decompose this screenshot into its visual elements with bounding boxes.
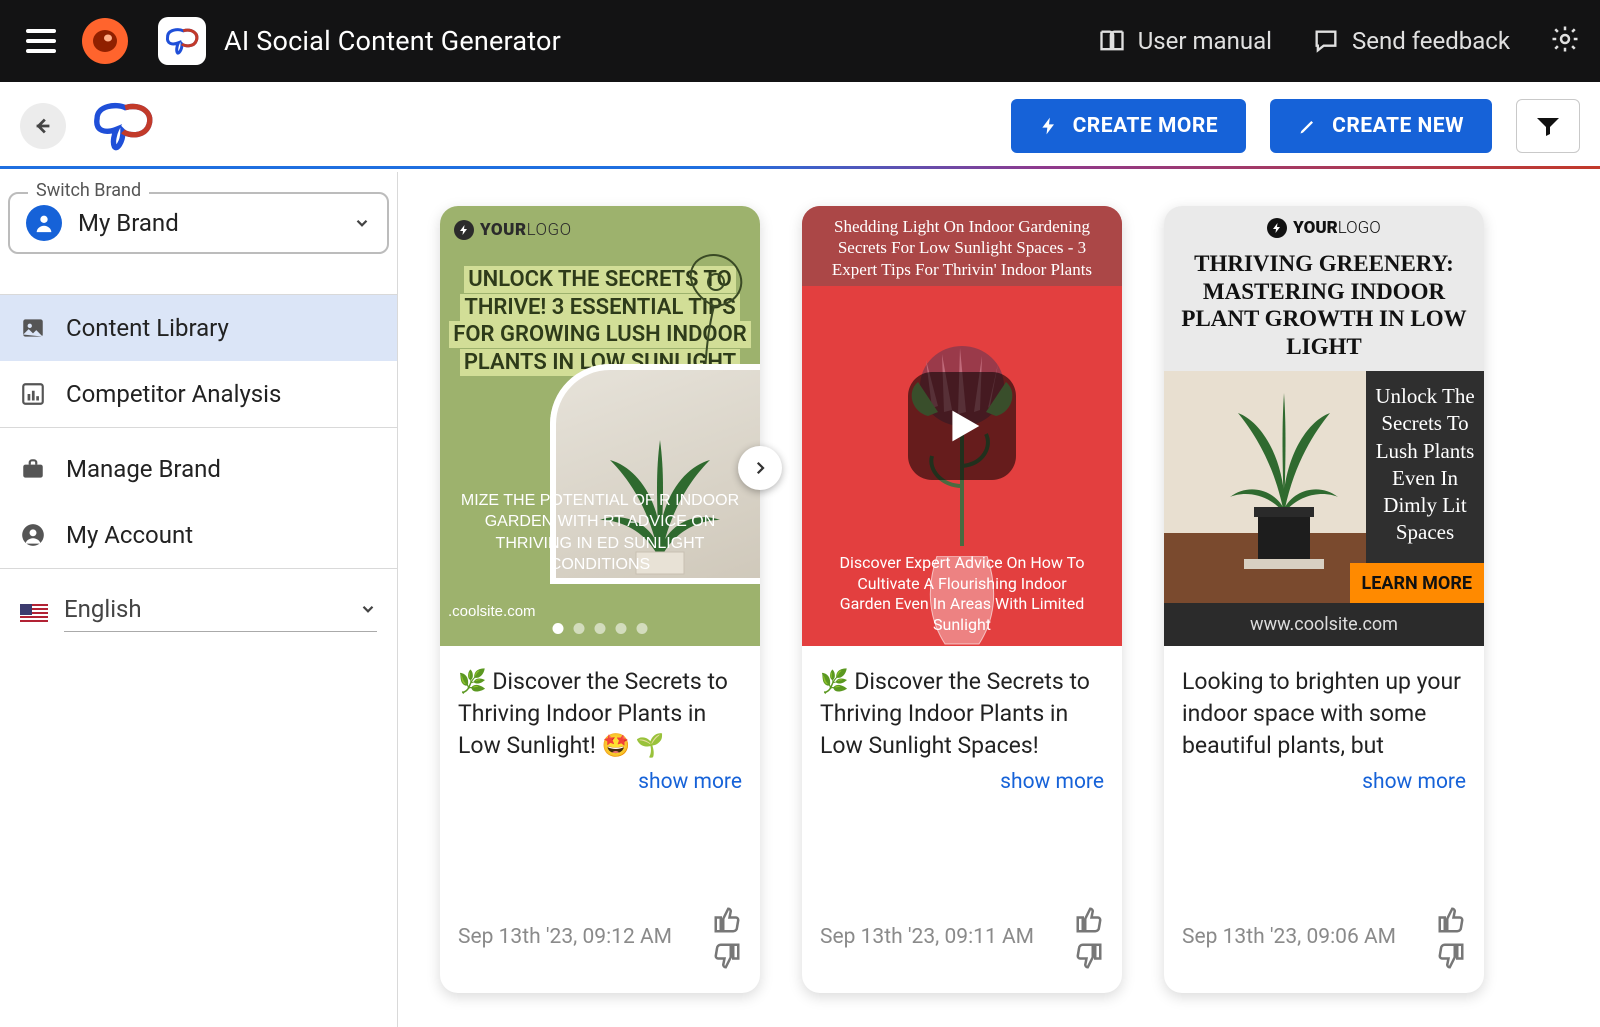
content-grid: YOURLOGO UNLOCK THE SECRETS TO THRIVE! 3… (398, 172, 1600, 1027)
image-icon (20, 315, 46, 341)
preview-site: .coolsite.com (448, 603, 536, 620)
preview-logo: YOURLOGO (1164, 218, 1484, 238)
send-feedback-label: Send feedback (1352, 27, 1510, 55)
chevron-down-icon (359, 600, 377, 618)
card-caption: Looking to brighten up your indoor space… (1182, 666, 1466, 766)
switch-brand-field: Switch Brand My Brand (8, 192, 389, 254)
settings-button[interactable] (1550, 24, 1580, 58)
preview-site: www.coolsite.com (1164, 603, 1484, 646)
carousel-dots (553, 623, 648, 634)
pencil-icon (1298, 116, 1318, 136)
create-new-label: CREATE NEW (1332, 114, 1464, 138)
brand-swirl-icon (90, 99, 156, 153)
filter-button[interactable] (1516, 99, 1580, 153)
user-manual-link[interactable]: User manual (1098, 27, 1272, 55)
sidebar-item-my-account[interactable]: My Account (0, 502, 397, 568)
language-label: English (64, 595, 142, 623)
language-selector[interactable]: English (0, 569, 397, 632)
gear-icon (1550, 24, 1580, 54)
play-button[interactable] (908, 372, 1016, 480)
topbar: AI Social Content Generator User manual … (0, 0, 1600, 82)
main: Switch Brand My Brand Content Library Co… (0, 172, 1600, 1027)
switch-brand-legend: Switch Brand (28, 180, 149, 201)
brand-select[interactable]: My Brand (8, 192, 389, 254)
user-manual-label: User manual (1138, 27, 1272, 55)
app-title: AI Social Content Generator (224, 25, 561, 57)
avatar-icon (26, 205, 62, 241)
content-card: YOURLOGO UNLOCK THE SECRETS TO THRIVE! 3… (440, 206, 760, 993)
preview-headline: Shedding Light On Indoor Gardening Secre… (802, 206, 1122, 292)
thumbs-down-icon[interactable] (1436, 941, 1466, 971)
card-caption: 🌿 Discover the Secrets to Thriving Indoo… (820, 666, 1104, 766)
back-button[interactable] (20, 103, 66, 149)
briefcase-icon (20, 456, 46, 482)
action-bar: CREATE MORE CREATE NEW (0, 82, 1600, 172)
play-icon (939, 403, 985, 449)
preview-logo: YOURLOGO (454, 220, 572, 240)
sidebar-item-manage-brand[interactable]: Manage Brand (0, 436, 397, 502)
sidebar: Switch Brand My Brand Content Library Co… (0, 172, 398, 1027)
filter-icon (1536, 115, 1560, 137)
bar-chart-icon (20, 381, 46, 407)
sidebar-label-competitor-analysis: Competitor Analysis (66, 380, 281, 408)
us-flag-icon (20, 604, 48, 624)
sidebar-item-content-library[interactable]: Content Library (0, 295, 397, 361)
book-icon (1098, 27, 1126, 55)
thumbs-down-icon[interactable] (712, 941, 742, 971)
sidebar-label-content-library: Content Library (66, 314, 229, 342)
chevron-right-icon (751, 459, 769, 477)
brand-name: My Brand (78, 209, 179, 237)
create-more-button[interactable]: CREATE MORE (1011, 99, 1247, 153)
carousel-next-button[interactable] (738, 446, 782, 490)
card-preview[interactable]: Shedding Light On Indoor Gardening Secre… (802, 206, 1122, 646)
content-card: YOURLOGO THRIVING GREENERY: MASTERING IN… (1164, 206, 1484, 993)
learn-more-button[interactable]: LEARN MORE (1350, 563, 1485, 603)
preview-overlay-text: Unlock The Secrets To Lush Plants Even I… (1366, 371, 1484, 571)
sidebar-label-manage-brand: Manage Brand (66, 455, 221, 483)
show-more-link[interactable]: show more (820, 770, 1104, 794)
preview-headline: THRIVING GREENERY: MASTERING INDOOR PLAN… (1164, 238, 1484, 360)
thumbs-down-icon[interactable] (1074, 941, 1104, 971)
bolt-icon (1039, 116, 1059, 136)
thumbs-up-icon[interactable] (1436, 905, 1466, 935)
semrush-logo-icon[interactable] (80, 16, 130, 66)
sidebar-item-competitor-analysis[interactable]: Competitor Analysis (0, 361, 397, 427)
potted-plant-icon (1214, 371, 1354, 573)
card-caption: 🌿 Discover the Secrets to Thriving Indoo… (458, 666, 742, 766)
user-icon (20, 522, 46, 548)
learn-more-label: LEARN MORE (1362, 573, 1473, 594)
card-timestamp: Sep 13th '23, 09:12 AM (458, 924, 672, 951)
thumbs-up-icon[interactable] (1074, 905, 1104, 935)
content-card: Shedding Light On Indoor Gardening Secre… (802, 206, 1122, 993)
card-timestamp: Sep 13th '23, 09:06 AM (1182, 924, 1396, 951)
show-more-link[interactable]: show more (458, 770, 742, 794)
thumbs-up-icon[interactable] (712, 905, 742, 935)
sidebar-label-my-account: My Account (66, 521, 193, 549)
app-logo-icon (158, 17, 206, 65)
hamburger-menu-icon[interactable] (26, 29, 56, 53)
comment-icon (1312, 27, 1340, 55)
send-feedback-link[interactable]: Send feedback (1312, 27, 1510, 55)
create-more-label: CREATE MORE (1073, 114, 1219, 138)
arrow-left-icon (32, 115, 54, 137)
card-preview[interactable]: YOURLOGO THRIVING GREENERY: MASTERING IN… (1164, 206, 1484, 646)
preview-sub: MIZE THE POTENTIAL OF R INDOOR GARDEN WI… (440, 490, 760, 576)
preview-photo: Unlock The Secrets To Lush Plants Even I… (1164, 371, 1484, 603)
card-timestamp: Sep 13th '23, 09:11 AM (820, 924, 1034, 951)
card-preview[interactable]: YOURLOGO UNLOCK THE SECRETS TO THRIVE! 3… (440, 206, 760, 646)
create-new-button[interactable]: CREATE NEW (1270, 99, 1492, 153)
preview-sub: Discover Expert Advice On How To Cultiva… (802, 553, 1122, 636)
show-more-link[interactable]: show more (1182, 770, 1466, 794)
chevron-down-icon (353, 214, 371, 232)
